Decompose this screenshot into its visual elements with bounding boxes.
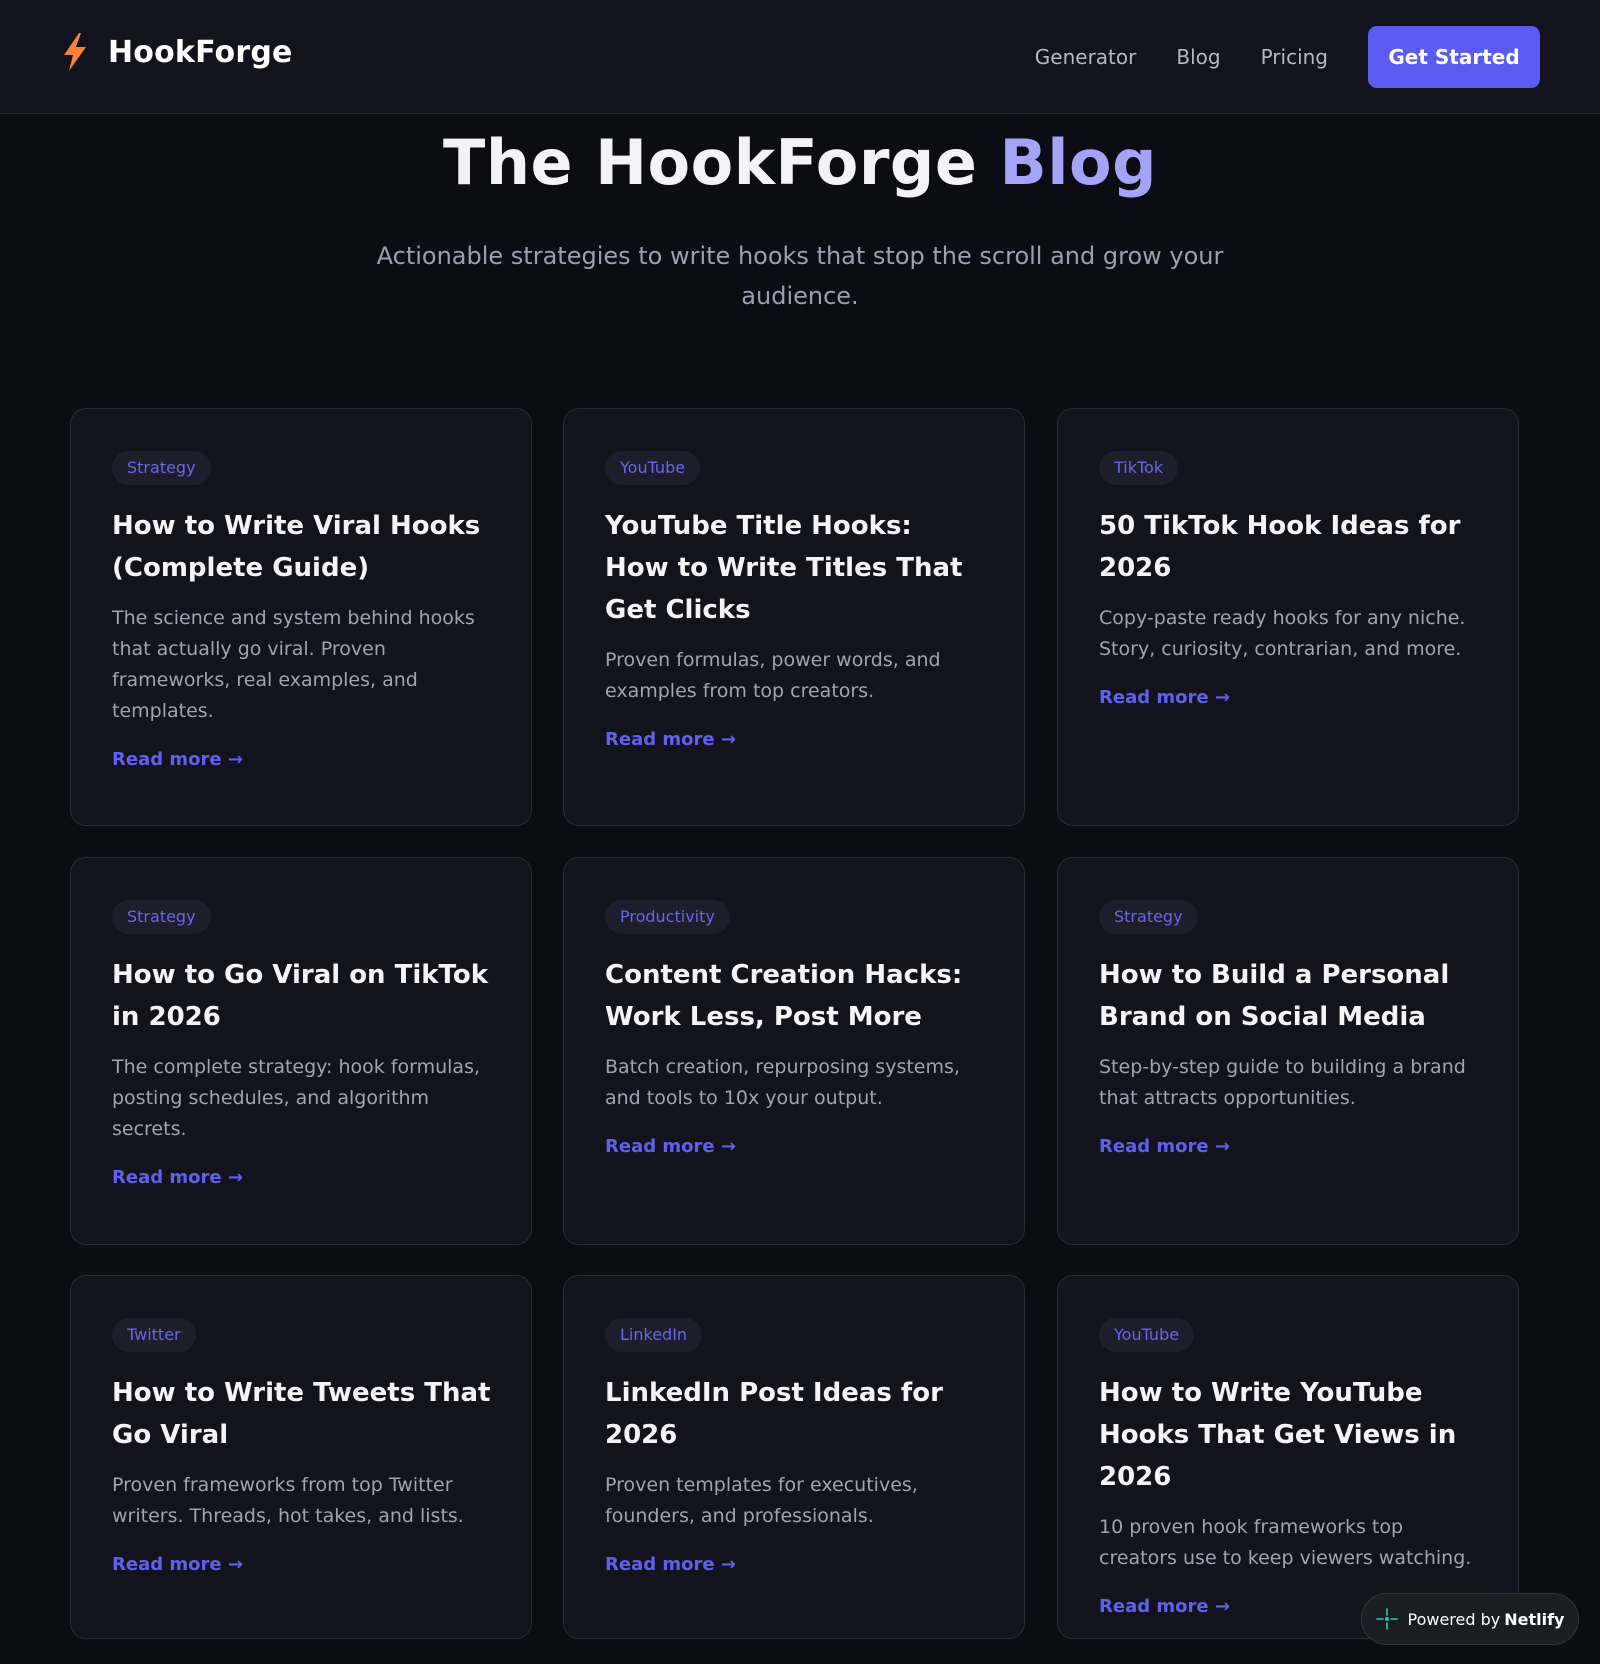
read-more-link[interactable]: Read more → <box>605 729 736 750</box>
category-badge: TikTok <box>1099 451 1179 485</box>
lightning-bolt-icon <box>64 33 86 71</box>
top-navbar: HookForge Generator Blog Pricing Get Sta… <box>0 0 1600 114</box>
post-title[interactable]: How to Write Tweets That Go Viral <box>112 1372 491 1456</box>
get-started-button[interactable]: Get Started <box>1368 26 1540 88</box>
blog-post-card[interactable]: TikTok 50 TikTok Hook Ideas for 2026 Cop… <box>1057 408 1519 826</box>
netlify-badge-brand: Netlify <box>1504 1609 1565 1629</box>
post-description: Batch creation, repurposing systems, and… <box>605 1056 960 1109</box>
category-badge: LinkedIn <box>605 1318 703 1352</box>
netlify-badge-prefix: Powered by <box>1407 1609 1501 1629</box>
category-badge: YouTube <box>1099 1318 1195 1352</box>
read-more-link[interactable]: Read more → <box>1099 1596 1230 1617</box>
post-title[interactable]: Content Creation Hacks: Work Less, Post … <box>605 954 984 1038</box>
page-title-main: The HookForge <box>443 126 978 199</box>
nav-link-generator[interactable]: Generator <box>1035 45 1137 69</box>
post-title[interactable]: YouTube Title Hooks: How to Write Titles… <box>605 505 984 631</box>
blog-post-card[interactable]: YouTube How to Write YouTube Hooks That … <box>1057 1275 1519 1639</box>
blog-post-card[interactable]: Strategy How to Build a Personal Brand o… <box>1057 857 1519 1245</box>
post-title[interactable]: How to Go Viral on TikTok in 2026 <box>112 954 491 1038</box>
category-badge: Strategy <box>112 451 211 485</box>
post-description: Step-by-step guide to building a brand t… <box>1099 1056 1466 1109</box>
blog-post-card[interactable]: Strategy How to Go Viral on TikTok in 20… <box>70 857 532 1245</box>
post-description: Proven templates for executives, founder… <box>605 1474 918 1527</box>
read-more-link[interactable]: Read more → <box>605 1554 736 1575</box>
read-more-link[interactable]: Read more → <box>1099 687 1230 708</box>
post-description: The science and system behind hooks that… <box>112 607 475 722</box>
category-badge: Strategy <box>112 900 211 934</box>
category-badge: Strategy <box>1099 900 1198 934</box>
read-more-link[interactable]: Read more → <box>112 1167 243 1188</box>
blog-post-card[interactable]: Productivity Content Creation Hacks: Wor… <box>563 857 1025 1245</box>
page-subtitle: Actionable strategies to write hooks tha… <box>376 242 1224 310</box>
blog-post-card[interactable]: YouTube YouTube Title Hooks: How to Writ… <box>563 408 1025 826</box>
post-description: Proven formulas, power words, and exampl… <box>605 649 941 702</box>
read-more-link[interactable]: Read more → <box>1099 1136 1230 1157</box>
post-title[interactable]: How to Write YouTube Hooks That Get View… <box>1099 1372 1478 1498</box>
read-more-link[interactable]: Read more → <box>112 749 243 770</box>
post-description: Proven frameworks from top Twitter write… <box>112 1474 464 1527</box>
post-description: 10 proven hook frameworks top creators u… <box>1099 1516 1472 1569</box>
category-badge: Productivity <box>605 900 730 934</box>
page-title-accent: Blog <box>999 126 1157 199</box>
blog-post-card[interactable]: LinkedIn LinkedIn Post Ideas for 2026 Pr… <box>563 1275 1025 1639</box>
category-badge: Twitter <box>112 1318 196 1352</box>
post-description: The complete strategy: hook formulas, po… <box>112 1056 481 1140</box>
post-title[interactable]: How to Build a Personal Brand on Social … <box>1099 954 1478 1038</box>
brand-name: HookForge <box>108 34 293 70</box>
page-title: The HookForge Blog <box>0 124 1600 202</box>
post-title[interactable]: 50 TikTok Hook Ideas for 2026 <box>1099 505 1478 589</box>
powered-by-netlify-badge[interactable]: Powered by Netlify <box>1361 1593 1579 1645</box>
post-title[interactable]: LinkedIn Post Ideas for 2026 <box>605 1372 984 1456</box>
netlify-icon <box>1375 1608 1398 1630</box>
nav-link-blog[interactable]: Blog <box>1176 45 1220 69</box>
post-title[interactable]: How to Write Viral Hooks (Complete Guide… <box>112 505 491 589</box>
blog-post-card[interactable]: Twitter How to Write Tweets That Go Vira… <box>70 1275 532 1639</box>
blog-post-card[interactable]: Strategy How to Write Viral Hooks (Compl… <box>70 408 532 826</box>
nav-link-pricing[interactable]: Pricing <box>1261 45 1328 69</box>
nav-links: Generator Blog Pricing Get Started <box>1035 0 1600 114</box>
read-more-link[interactable]: Read more → <box>605 1136 736 1157</box>
read-more-link[interactable]: Read more → <box>112 1554 243 1575</box>
hero-section: The HookForge Blog Actionable strategies… <box>0 114 1600 316</box>
brand-logo[interactable]: HookForge <box>60 30 293 74</box>
post-description: Copy-paste ready hooks for any niche. St… <box>1099 607 1466 660</box>
category-badge: YouTube <box>605 451 701 485</box>
